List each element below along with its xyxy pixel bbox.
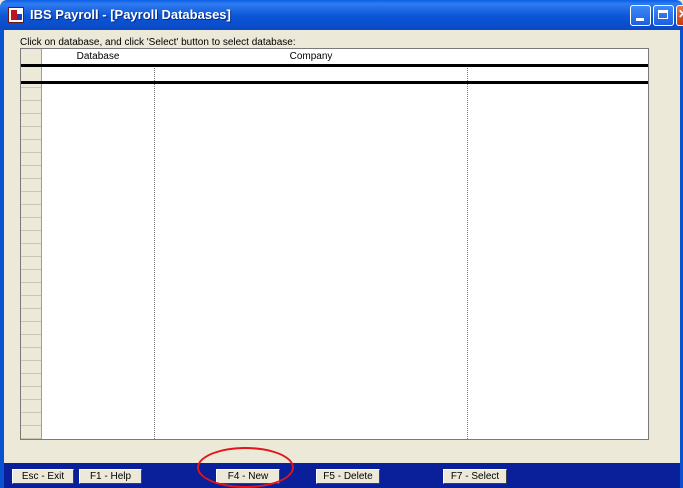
close-button[interactable] (676, 5, 683, 26)
new-button[interactable]: F4 - New (216, 469, 280, 484)
payroll-databases-window: IBS Payroll - [Payroll Databases] Click … (0, 0, 683, 488)
column-separator-database (154, 49, 155, 439)
select-button[interactable]: F7 - Select (443, 469, 507, 484)
grid-corner[interactable] (21, 49, 42, 64)
window-border-left (0, 30, 4, 488)
grid-edit-row[interactable] (21, 67, 648, 84)
function-key-toolbar: Esc - Exit F1 - Help F4 - New F5 - Delet… (4, 463, 680, 488)
instruction-text: Click on database, and click 'Select' bu… (20, 37, 296, 48)
delete-button[interactable]: F5 - Delete (316, 469, 380, 484)
column-separator-company (467, 49, 468, 439)
minimize-button[interactable] (630, 5, 651, 26)
app-icon[interactable] (8, 7, 24, 23)
column-header-extra[interactable] (468, 49, 648, 64)
column-header-row: Database Company (21, 49, 648, 67)
edit-row-header[interactable] (21, 67, 42, 81)
exit-button[interactable]: Esc - Exit (12, 469, 74, 484)
column-header-database[interactable]: Database (42, 49, 154, 64)
title-bar[interactable]: IBS Payroll - [Payroll Databases] (0, 0, 683, 30)
maximize-button[interactable] (653, 5, 674, 26)
window-title: IBS Payroll - [Payroll Databases] (30, 7, 231, 22)
row-header-column[interactable] (21, 49, 42, 439)
column-header-company[interactable]: Company (155, 49, 467, 64)
database-grid[interactable]: Database Company (20, 48, 649, 440)
help-button[interactable]: F1 - Help (79, 469, 142, 484)
